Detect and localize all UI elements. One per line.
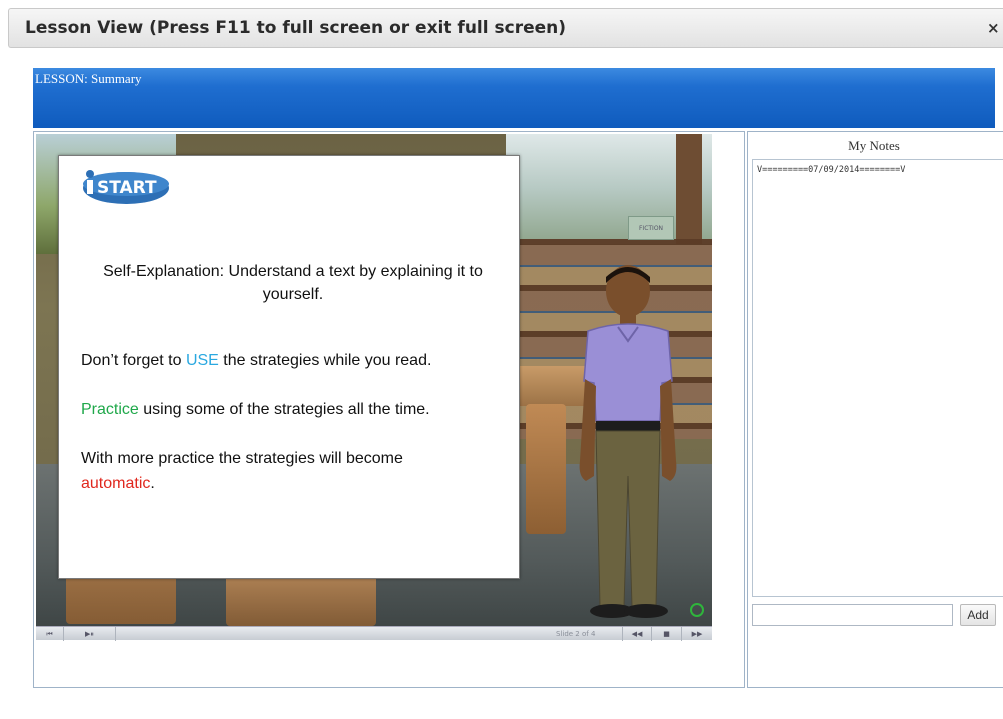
pillar bbox=[676, 134, 702, 244]
slide-counter: Slide 2 of 4 bbox=[556, 630, 596, 638]
line2-post: using some of the strategies all the tim… bbox=[138, 401, 430, 418]
use-highlight: USE bbox=[185, 352, 219, 369]
notes-heading: My Notes bbox=[848, 138, 900, 153]
slide-line-practice: Practice using some of the strategies al… bbox=[81, 401, 430, 419]
add-note-button[interactable]: Add bbox=[960, 604, 996, 626]
notes-content: V=========07/09/2014========V bbox=[757, 165, 906, 175]
line3-pre: With more practice the strategies will b… bbox=[81, 450, 403, 467]
previous-slide-button[interactable]: ◀◀ bbox=[622, 627, 652, 641]
close-icon[interactable]: × bbox=[987, 18, 1003, 38]
lesson-slide: START Self-Explanation: Understand a tex… bbox=[58, 155, 520, 579]
slide-line-automatic: With more practice the strategies will b… bbox=[81, 446, 481, 496]
slide-line-use: Don’t forget to USE the strategies while… bbox=[81, 352, 431, 370]
fiction-sign: FICTION bbox=[628, 216, 674, 240]
avatar-character bbox=[579, 265, 677, 618]
line1-pre: Don’t forget to bbox=[81, 352, 186, 369]
library-background-image: FICTION START Self-Explanation: Understa… bbox=[36, 134, 712, 626]
rewind-to-start-button[interactable]: ⏮ bbox=[36, 627, 64, 641]
istart-logo: START bbox=[83, 170, 169, 204]
logo-text: START bbox=[97, 178, 157, 198]
automatic-highlight: automatic bbox=[81, 475, 151, 492]
notes-textarea[interactable]: V=========07/09/2014========V bbox=[752, 159, 1003, 597]
practice-highlight: Practice bbox=[81, 401, 139, 418]
lesson-header: LESSON: Summary bbox=[33, 68, 995, 128]
dialog-title: Lesson View (Press F11 to full screen or… bbox=[25, 18, 567, 38]
chair bbox=[226, 574, 376, 626]
slide-heading: Self-Explanation: Understand a text by e… bbox=[103, 263, 483, 303]
play-pause-button[interactable]: ▶⏸ bbox=[64, 627, 116, 641]
next-slide-button[interactable]: ▶▶ bbox=[682, 627, 712, 641]
lesson-content-frame: FICTION START Self-Explanation: Understa… bbox=[33, 131, 745, 688]
note-input[interactable] bbox=[752, 604, 953, 626]
line3-post: . bbox=[150, 475, 155, 492]
status-indicator-icon bbox=[690, 603, 704, 617]
stop-button[interactable]: ■ bbox=[652, 627, 682, 641]
lesson-title: LESSON: Summary bbox=[35, 71, 142, 86]
dialog-titlebar: Lesson View (Press F11 to full screen or… bbox=[8, 8, 1003, 48]
chair bbox=[526, 404, 566, 534]
notes-panel: My Notes V=========07/09/2014========V A… bbox=[747, 131, 1003, 688]
line1-post: the strategies while you read. bbox=[218, 352, 432, 369]
player-controls: ⏮ ▶⏸ Slide 2 of 4 ◀◀ ■ ▶▶ bbox=[36, 626, 712, 641]
